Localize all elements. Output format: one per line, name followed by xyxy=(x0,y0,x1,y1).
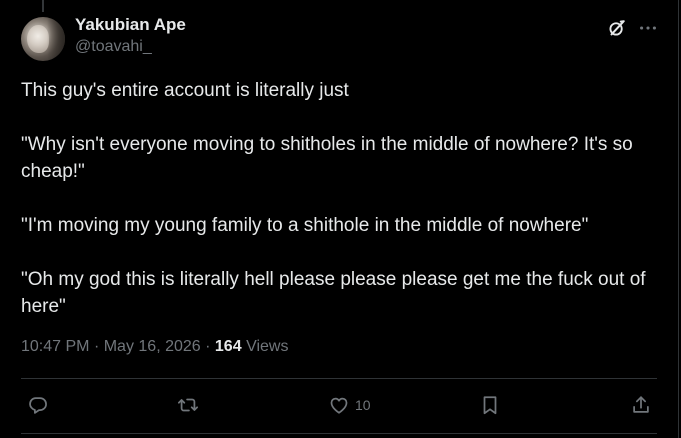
column-border xyxy=(678,0,679,438)
avatar-shade xyxy=(47,17,65,61)
tweet-date[interactable]: May 16, 2026 xyxy=(104,338,201,355)
tweet-time[interactable]: 10:47 PM xyxy=(21,338,89,355)
like-button[interactable]: 10 xyxy=(328,393,371,417)
views-label: Views xyxy=(246,338,289,355)
share-icon xyxy=(633,396,649,413)
tweet-paragraph: This guy's entire account is literally j… xyxy=(21,80,349,101)
like-count: 10 xyxy=(355,397,371,413)
bookmark-button[interactable] xyxy=(479,393,506,417)
tweet-paragraph: "Oh my god this is literally hell please… xyxy=(21,269,651,317)
author-handle[interactable]: @toavahi_ xyxy=(75,38,152,56)
tweet-paragraph: "I'm moving my young family to a shithol… xyxy=(21,215,589,236)
more-icon[interactable] xyxy=(637,17,659,39)
heart-icon xyxy=(330,397,348,414)
views-count: 164 xyxy=(214,338,242,355)
author-display-name[interactable]: Yakubian Ape xyxy=(75,15,186,35)
reply-icon xyxy=(29,397,47,414)
thread-connector-line xyxy=(42,0,44,12)
share-button[interactable] xyxy=(630,393,652,417)
avatar[interactable] xyxy=(21,17,65,61)
reply-button[interactable] xyxy=(27,393,54,417)
tweet-detail: Yakubian Ape @toavahi_ This guy's entire… xyxy=(0,0,681,438)
bookmark-icon xyxy=(483,396,497,415)
tweet-metadata: 10:47 PM · May 16, 2026 · 164 Views xyxy=(21,338,288,356)
grok-icon[interactable] xyxy=(606,17,628,39)
meta-separator: · xyxy=(205,338,215,355)
repost-button[interactable] xyxy=(177,393,204,417)
avatar-face xyxy=(27,25,49,53)
tweet-paragraph: "Why isn't everyone moving to shitholes … xyxy=(21,134,639,182)
repost-icon xyxy=(177,398,199,412)
divider xyxy=(21,433,657,434)
meta-separator: · xyxy=(93,338,104,355)
divider xyxy=(21,378,657,379)
tweet-text: This guy's entire account is literally j… xyxy=(21,77,661,320)
